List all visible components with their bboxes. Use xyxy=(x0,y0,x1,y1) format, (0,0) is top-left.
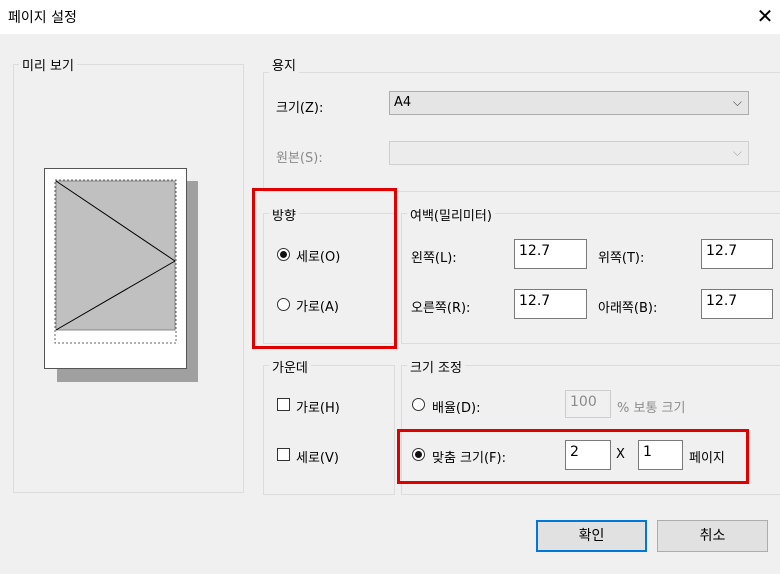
ok-button[interactable]: 확인 xyxy=(536,520,647,552)
margin-left-input[interactable]: 12.7 xyxy=(514,239,587,269)
margin-top-label: 위쪽(T): xyxy=(598,251,645,266)
adjust-input[interactable]: 100 xyxy=(565,390,611,418)
margin-bottom-input[interactable]: 12.7 xyxy=(701,289,773,319)
close-icon[interactable]: ✕ xyxy=(753,3,777,29)
chevron-down-icon: ⌵ xyxy=(732,95,742,109)
paper-size-label: 크기(Z): xyxy=(276,101,324,116)
title-bar xyxy=(0,0,780,34)
paper-legend: 용지 xyxy=(269,55,299,74)
fit-highlight xyxy=(397,429,749,484)
paper-size-value: A4 xyxy=(394,95,412,110)
page-preview-drawing xyxy=(54,179,177,344)
margin-bottom-label: 아래쪽(B): xyxy=(598,301,658,316)
orientation-highlight xyxy=(252,188,397,349)
margins-legend: 여백(밀리미터) xyxy=(407,205,495,224)
paper-group xyxy=(263,72,780,192)
dialog-title: 페이지 설정 xyxy=(8,10,77,26)
adjust-suffix: % 보통 크기 xyxy=(617,401,686,416)
centering-legend: 가운데 xyxy=(269,357,311,376)
page-preview xyxy=(44,168,187,369)
chevron-down-icon: ⌵ xyxy=(732,145,742,159)
adjust-label[interactable]: 배율(D): xyxy=(432,397,480,416)
center-horizontal-checkbox[interactable] xyxy=(277,398,290,411)
cancel-button[interactable]: 취소 xyxy=(657,520,768,552)
centering-group xyxy=(263,365,395,495)
margin-left-label: 왼쪽(L): xyxy=(411,251,457,266)
margin-top-input[interactable]: 12.7 xyxy=(701,239,773,269)
center-vertical-checkbox[interactable] xyxy=(277,448,290,461)
margin-right-label: 오른쪽(R): xyxy=(411,301,471,316)
preview-legend: 미리 보기 xyxy=(19,55,77,74)
center-vertical-label[interactable]: 세로(V) xyxy=(296,447,339,466)
scaling-legend: 크기 조정 xyxy=(407,357,465,376)
adjust-radio[interactable] xyxy=(412,398,425,411)
margins-group xyxy=(401,213,780,344)
center-horizontal-label[interactable]: 가로(H) xyxy=(296,397,340,416)
paper-size-select[interactable]: A4 ⌵ xyxy=(389,91,749,115)
margin-right-input[interactable]: 12.7 xyxy=(514,289,587,319)
paper-source-select[interactable]: ⌵ xyxy=(389,141,749,165)
paper-source-label: 원본(S): xyxy=(276,151,323,166)
